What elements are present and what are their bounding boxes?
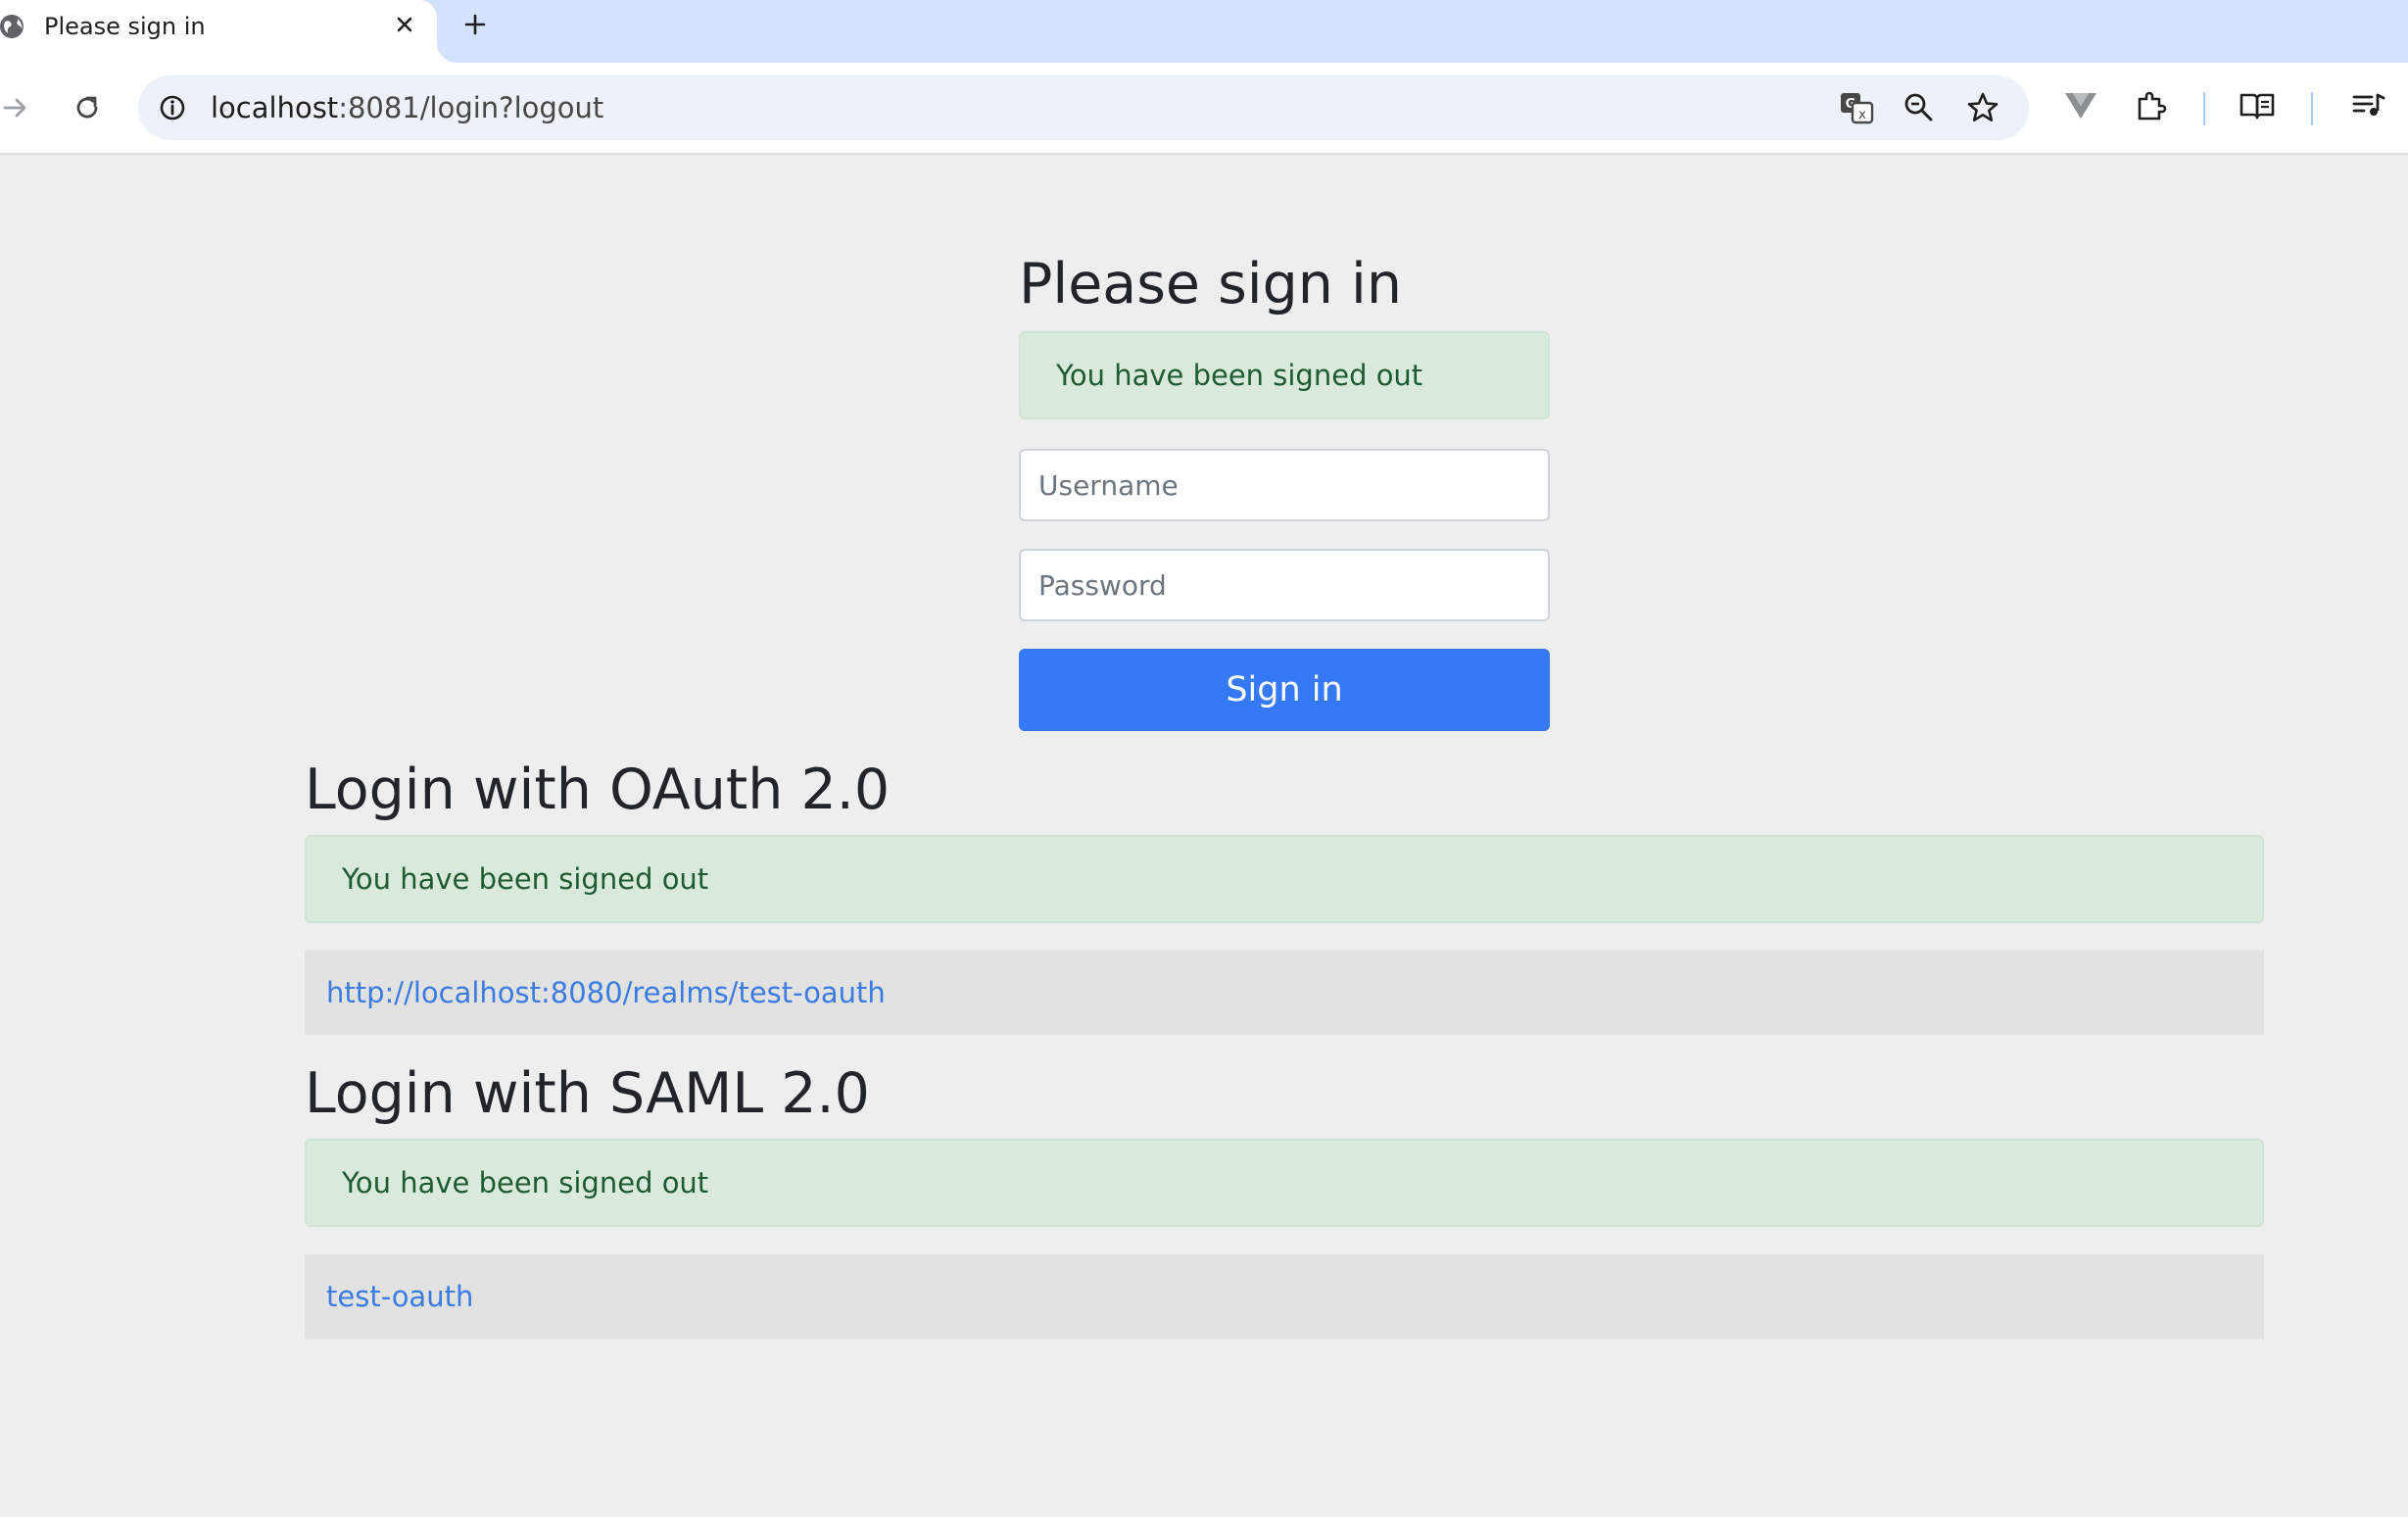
address-bar[interactable]: localhost:8081/login?logout G x xyxy=(138,75,2029,140)
saml-provider-link[interactable]: test-oauth xyxy=(326,1280,473,1313)
url-text[interactable]: localhost:8081/login?logout xyxy=(211,75,603,140)
site-info-icon[interactable] xyxy=(158,93,187,126)
saml-heading: Login with SAML 2.0 xyxy=(305,1061,870,1126)
toolbar-separator xyxy=(2203,92,2205,125)
globe-icon xyxy=(0,13,27,40)
oauth-section: Login with OAuth 2.0 You have been signe… xyxy=(305,751,2264,1035)
password-input[interactable] xyxy=(1019,549,1550,621)
tab-active[interactable]: Please sign in xyxy=(0,0,437,63)
oauth-provider-item: http://localhost:8080/realms/test-oauth xyxy=(305,951,2264,1035)
close-icon[interactable] xyxy=(391,11,418,38)
svg-text:x: x xyxy=(1858,108,1866,122)
oauth-provider-link[interactable]: http://localhost:8080/realms/test-oauth xyxy=(326,976,886,1009)
signout-alert: You have been signed out xyxy=(1019,331,1550,419)
page-title: Please sign in xyxy=(1019,252,1403,317)
reading-mode-icon[interactable] xyxy=(2238,86,2277,125)
tab-curve xyxy=(437,43,457,63)
tab-title: Please sign in xyxy=(44,13,206,40)
forward-button[interactable] xyxy=(0,88,35,127)
toolbar-separator-2 xyxy=(2311,92,2313,125)
tab-strip: Please sign in xyxy=(0,0,2408,63)
zoom-icon[interactable] xyxy=(1903,92,1935,127)
extensions-puzzle-icon[interactable] xyxy=(2132,86,2171,125)
username-input[interactable] xyxy=(1019,449,1550,521)
browser-toolbar: localhost:8081/login?logout G x xyxy=(0,63,2408,155)
saml-section: Login with SAML 2.0 You have been signed… xyxy=(305,1054,2264,1339)
saml-provider-item: test-oauth xyxy=(305,1254,2264,1339)
signin-form: Please sign in You have been signed out … xyxy=(1019,245,1550,731)
arrow-right-icon xyxy=(3,98,26,118)
extension-v-icon[interactable] xyxy=(2061,86,2100,125)
sign-in-button[interactable]: Sign in xyxy=(1019,649,1550,731)
plus-icon xyxy=(464,14,486,35)
translate-icon[interactable]: G x xyxy=(1839,90,1874,129)
reload-button[interactable] xyxy=(68,88,107,127)
oauth-heading: Login with OAuth 2.0 xyxy=(305,758,891,822)
saml-signout-alert: You have been signed out xyxy=(305,1139,2264,1227)
oauth-signout-alert: You have been signed out xyxy=(305,835,2264,923)
reload-icon xyxy=(76,96,98,119)
media-queue-icon[interactable] xyxy=(2349,86,2388,125)
bookmark-star-icon[interactable] xyxy=(1966,91,1999,128)
new-tab-button[interactable] xyxy=(458,8,492,41)
